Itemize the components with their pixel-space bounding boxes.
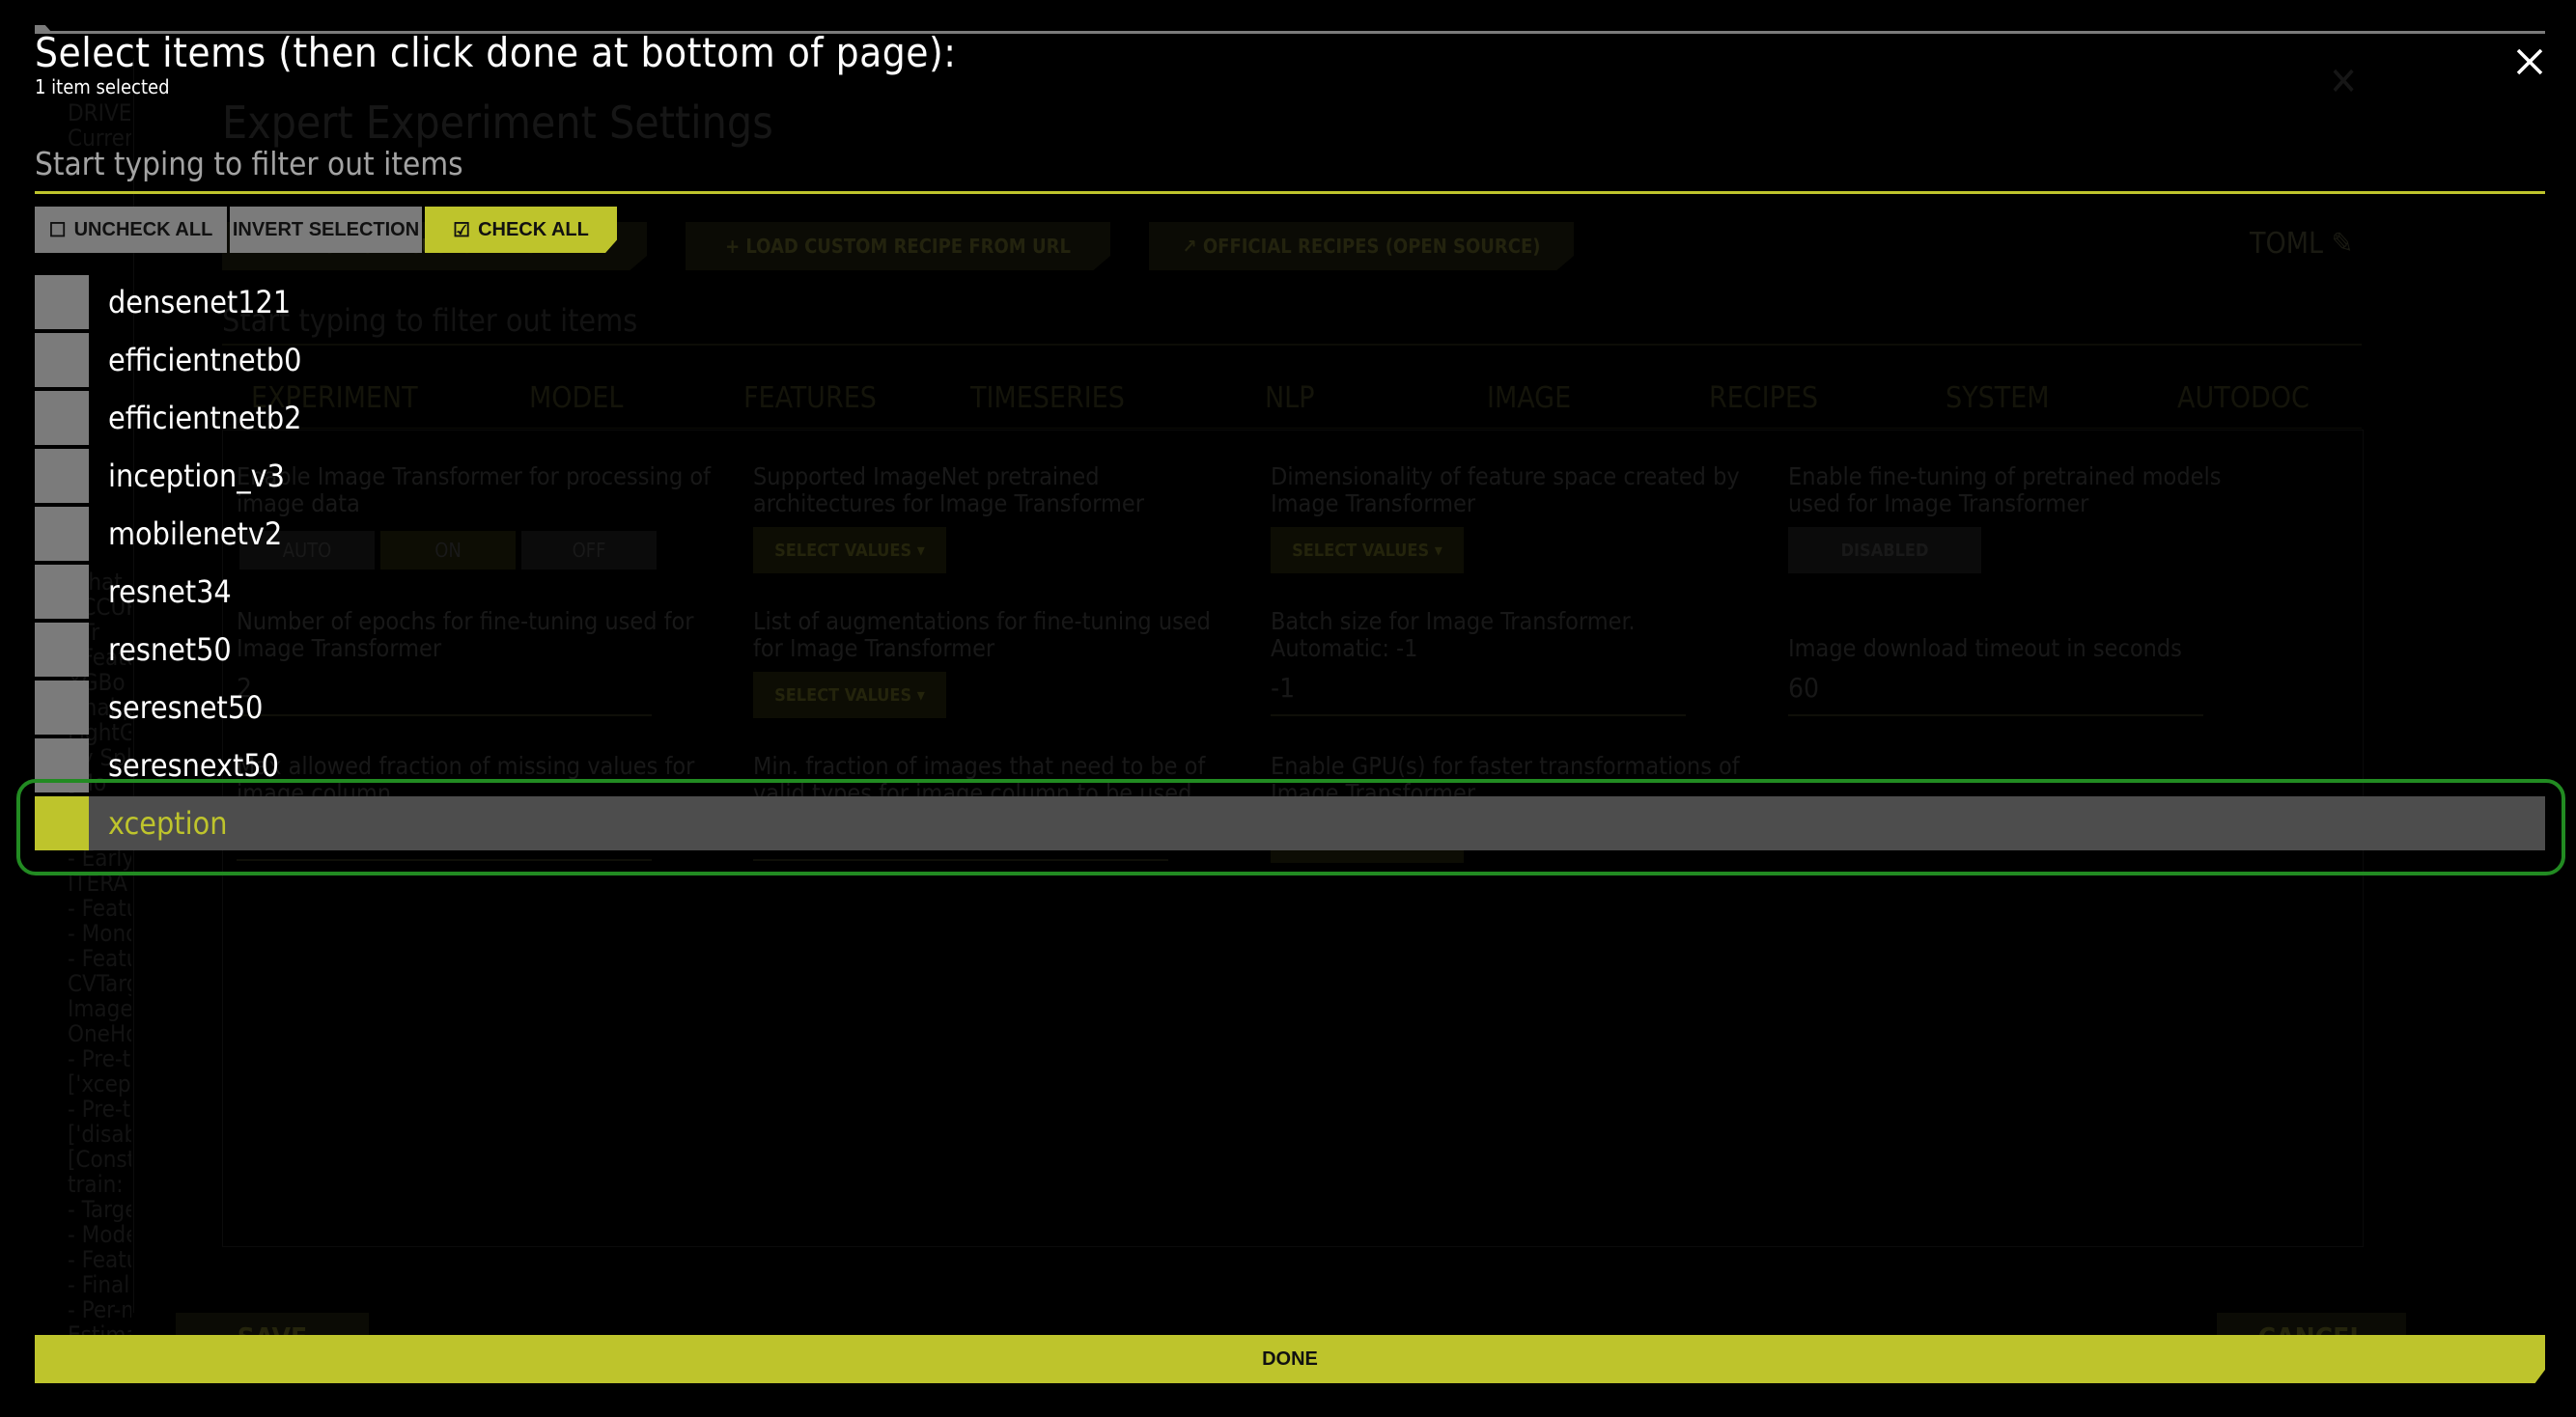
sidebar-text: [Consta (68, 1148, 131, 1172)
toml-label: TOML (2250, 227, 2324, 261)
list-item[interactable]: resnet50 (35, 623, 2545, 677)
background-close-icon: ✕ (2329, 60, 2359, 104)
list-item-label: seresnext50 (108, 747, 279, 784)
sidebar-text: - Featur (68, 1248, 131, 1272)
list-item-label: seresnet50 (108, 689, 264, 726)
list-item[interactable]: resnet34 (35, 565, 2545, 619)
invert-selection-button[interactable]: INVERT SELECTION (230, 207, 422, 253)
checkbox-unchecked[interactable] (35, 623, 89, 677)
sidebar-text: ITERA (68, 872, 127, 896)
checkbox-unchecked[interactable] (35, 738, 89, 792)
list-item-label: densenet121 (108, 284, 292, 320)
check-all-label: CHECK ALL (478, 218, 589, 240)
sidebar-text: ImageV (68, 997, 131, 1021)
checkbox-unchecked[interactable] (35, 681, 89, 735)
checkbox-unchecked[interactable] (35, 275, 89, 329)
checked-checkbox-icon: ☑ (453, 219, 471, 241)
list-item[interactable]: xception (35, 796, 2545, 850)
checkbox-unchecked[interactable] (35, 449, 89, 503)
list-item[interactable]: densenet121 (35, 275, 2545, 329)
list-item-label: xception (108, 805, 228, 842)
list-item-label: efficientnetb0 (108, 342, 302, 378)
checkbox-unchecked[interactable] (35, 333, 89, 387)
list-item[interactable]: efficientnetb2 (35, 391, 2545, 445)
uncheck-all-button[interactable]: ☐ UNCHECK ALL (35, 207, 227, 253)
pencil-icon: ✎ (2331, 227, 2354, 261)
list-item-label: resnet34 (108, 573, 232, 610)
sidebar-text: - Target (68, 1198, 131, 1222)
list-item[interactable]: mobilenetv2 (35, 507, 2545, 561)
list-item-label: mobilenetv2 (108, 515, 283, 552)
sidebar-text: - Model (68, 1223, 131, 1247)
checkbox-unchecked[interactable] (35, 391, 89, 445)
sidebar-text: ['disable (68, 1123, 131, 1147)
check-all-button[interactable]: ☑ CHECK ALL (425, 207, 617, 253)
list-item-label: inception_v3 (108, 458, 285, 494)
item-list: densenet121 efficientnetb0 efficientnetb2 i… (35, 275, 2545, 854)
list-item[interactable]: seresnet50 (35, 681, 2545, 735)
sidebar-text: train: (68, 1173, 124, 1197)
checkbox-unchecked[interactable] (35, 565, 89, 619)
list-item[interactable]: inception_v3 (35, 449, 2545, 503)
list-item[interactable]: efficientnetb0 (35, 333, 2545, 387)
uncheck-all-label: UNCHECK ALL (73, 218, 213, 240)
list-item-label: resnet50 (108, 631, 232, 668)
sidebar-text: - Featur (68, 897, 131, 921)
selection-actions: ☐ UNCHECK ALL INVERT SELECTION ☑ CHECK A… (35, 207, 617, 253)
invert-selection-label: INVERT SELECTION (232, 218, 420, 240)
checkbox-checked[interactable] (35, 796, 89, 850)
sidebar-text: DRIVER (68, 101, 131, 125)
list-item-label: efficientnetb2 (108, 400, 302, 436)
list-item[interactable]: seresnext50 (35, 738, 2545, 792)
official-recipes-button: ↗ OFFICIAL RECIPES (OPEN SOURCE) (1149, 222, 1574, 270)
sidebar-text: - Final p (68, 1273, 131, 1297)
toml-edit-link: TOML ✎ (2250, 227, 2353, 261)
sidebar-text: OneHot (68, 1022, 131, 1046)
sidebar-text: - Featur (68, 947, 131, 971)
done-button[interactable]: DONE (35, 1335, 2545, 1383)
sidebar-text: ['xceptio (68, 1072, 131, 1097)
sidebar-text: - Pre-tra (68, 1097, 131, 1122)
filter-input[interactable] (35, 135, 2545, 194)
sidebar-text: - Per-m (68, 1298, 131, 1322)
sidebar-text: CVTarge (68, 972, 131, 996)
sidebar-text: - Pre-tra (68, 1047, 131, 1071)
sidebar-text: - Monot (68, 922, 131, 946)
selected-count: 1 item selected (35, 75, 170, 98)
close-icon (2516, 48, 2543, 75)
close-button[interactable] (2510, 42, 2549, 81)
modal-title: Select items (then click done at bottom … (35, 29, 957, 76)
load-recipe-url-button: + LOAD CUSTOM RECIPE FROM URL (686, 222, 1110, 270)
empty-checkbox-icon: ☐ (48, 219, 67, 241)
checkbox-unchecked[interactable] (35, 507, 89, 561)
